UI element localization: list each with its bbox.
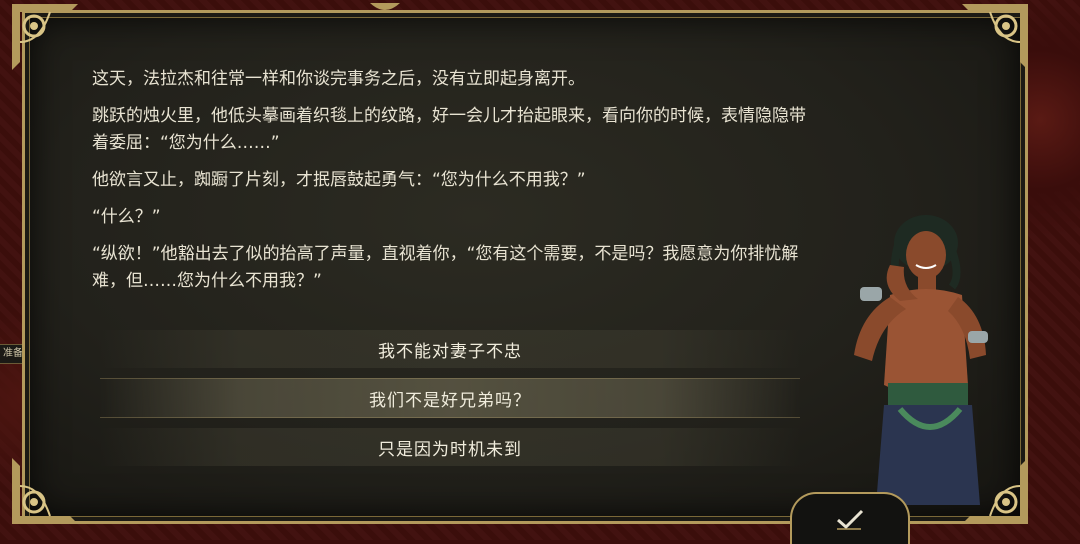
top-ornament-icon [370,0,400,12]
choice-option[interactable]: 我不能对妻子不忠 [100,330,800,368]
dialogue-paragraph: “什么？” [92,207,161,227]
choice-label: 我们不是好兄弟吗？ [369,390,531,411]
dialogue-paragraph: “纵欲！”他豁出去了似的抬高了声量，直视着你，“您有这个需要，不是吗？我愿意为你… [92,244,799,291]
checkmark-icon [837,509,864,530]
character-portrait [840,205,1000,525]
confirm-button[interactable] [790,492,910,544]
corner-ornament-icon [10,2,80,72]
choice-option[interactable]: 只是因为时机未到 [100,428,800,466]
corner-ornament-icon [10,456,80,526]
choice-label: 我不能对妻子不忠 [378,341,522,362]
dialogue-text: 这天，法拉杰和往常一样和你谈完事务之后，没有立即起身离开。 跳跃的烛火里，他低头… [92,66,812,305]
dialogue-paragraph: 他欲言又止，踟蹰了片刻，才抿唇鼓起勇气：“您为什么不用我？” [92,170,586,190]
dialogue-paragraph: 这天，法拉杰和往常一样和你谈完事务之后，没有立即起身离开。 [92,69,585,89]
choice-list: 我不能对妻子不忠 我们不是好兄弟吗？ 只是因为时机未到 [100,330,800,476]
choice-label: 只是因为时机未到 [378,439,522,460]
choice-option-selected[interactable]: 我们不是好兄弟吗？ [100,378,800,418]
side-tab-label: 准备 [3,348,23,359]
corner-ornament-icon [960,2,1030,72]
dialogue-paragraph: 跳跃的烛火里，他低头摹画着织毯上的纹路，好一会儿才抬起眼来，看向你的时候，表情隐… [92,106,806,153]
